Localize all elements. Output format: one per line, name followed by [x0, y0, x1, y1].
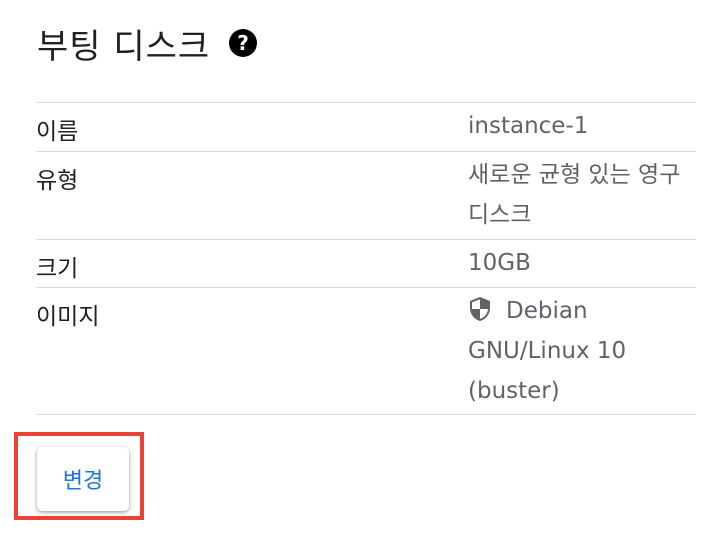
detail-value-type-line2: 디스크: [468, 202, 532, 228]
detail-value-image-line3: (buster): [468, 378, 560, 404]
section-title: 부팅 디스크: [37, 26, 211, 67]
help-icon[interactable]: ?: [228, 28, 258, 58]
detail-value-size: 10GB: [468, 250, 531, 276]
detail-value-image-line2: GNU/Linux 10: [468, 338, 627, 364]
detail-label-size: 크기: [36, 256, 79, 282]
shield-icon: [468, 295, 492, 321]
detail-value-image: Debian GNU/Linux 10 (buster): [468, 288, 696, 414]
detail-label-image: 이미지: [36, 304, 100, 330]
svg-text:?: ?: [237, 31, 249, 55]
section-header: 부팅 디스크 ?: [37, 18, 258, 68]
detail-label-name: 이름: [36, 119, 79, 145]
boot-disk-details: 이름 instance-1 유형 새로운 균형 있는 영구 디스크 크기 10G…: [36, 102, 696, 415]
detail-row-image: 이미지 Debian GNU/Linux 10 (buster): [36, 288, 696, 415]
detail-value-name: instance-1: [468, 113, 589, 139]
detail-value-image-line1: Debian: [506, 298, 588, 324]
detail-row-name: 이름 instance-1: [36, 103, 696, 152]
detail-row-size: 크기 10GB: [36, 240, 696, 288]
detail-value-type: 새로운 균형 있는 영구 디스크: [468, 152, 696, 239]
detail-label-type: 유형: [36, 168, 79, 194]
detail-row-type: 유형 새로운 균형 있는 영구 디스크: [36, 152, 696, 240]
change-button[interactable]: 변경: [37, 447, 129, 511]
detail-value-type-line1: 새로운 균형 있는 영구: [468, 162, 681, 188]
